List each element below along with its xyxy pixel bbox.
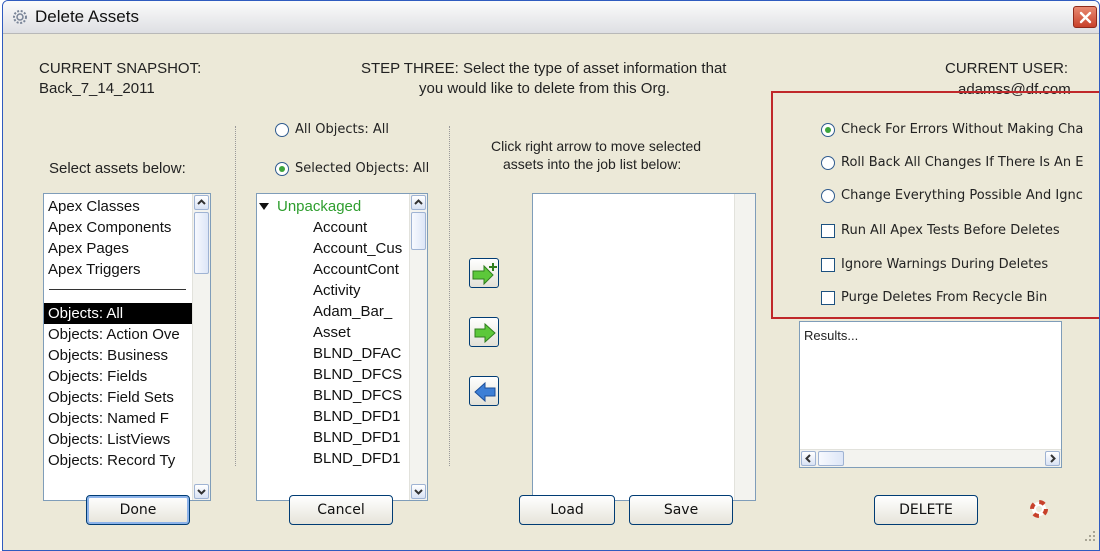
- list-item[interactable]: Objects: ListViews: [44, 429, 210, 450]
- snapshot-label: CURRENT SNAPSHOT:: [39, 60, 202, 77]
- scroll-thumb[interactable]: [194, 212, 209, 274]
- all-objects-radio[interactable]: [275, 123, 289, 137]
- close-button[interactable]: [1073, 6, 1097, 28]
- tree-item[interactable]: BLND_DFD1: [257, 427, 427, 448]
- scroll-left-button[interactable]: [801, 451, 816, 466]
- done-button[interactable]: Done: [86, 495, 190, 525]
- change-everything-radio[interactable]: [821, 189, 835, 203]
- tree-root-unpackaged[interactable]: Unpackaged: [257, 196, 427, 217]
- list-item[interactable]: Objects: Record Ty: [44, 450, 210, 471]
- list-item[interactable]: Objects: Action Ove: [44, 324, 210, 345]
- results-text: Results...: [804, 328, 859, 343]
- gear-icon: [11, 8, 29, 26]
- tree-item[interactable]: Account: [257, 217, 427, 238]
- results-panel[interactable]: Results...: [799, 321, 1062, 468]
- chevron-left-icon: [805, 454, 811, 463]
- tree-item[interactable]: Asset: [257, 322, 427, 343]
- list-item[interactable]: Objects: Field Sets: [44, 387, 210, 408]
- tree-item[interactable]: Account_Cus: [257, 238, 427, 259]
- scroll-right-button[interactable]: [1045, 451, 1060, 466]
- scroll-up-button[interactable]: [411, 195, 426, 210]
- list-item[interactable]: Objects: Named F: [44, 408, 210, 429]
- title-bar[interactable]: Delete Assets: [3, 1, 1099, 34]
- asset-list-scrollbar[interactable]: [192, 194, 210, 500]
- selected-objects-radio[interactable]: [275, 162, 289, 176]
- green-right-arrow-icon: [474, 322, 496, 344]
- list-item[interactable]: Objects: Business: [44, 345, 210, 366]
- list-divider: [49, 289, 186, 290]
- scroll-up-button[interactable]: [194, 195, 209, 210]
- chevron-up-icon: [414, 199, 423, 205]
- column-divider: [235, 126, 236, 466]
- expanded-triangle-icon: [259, 203, 269, 210]
- chevron-right-icon: [1050, 454, 1056, 463]
- list-item[interactable]: Apex Triggers: [44, 259, 210, 280]
- step-instructions-line2: you would like to delete from this Org.: [419, 80, 670, 97]
- tree-item[interactable]: BLND_DFAC: [257, 343, 427, 364]
- list-item-selected[interactable]: Objects: All: [44, 303, 210, 324]
- results-hscrollbar[interactable]: [800, 449, 1061, 467]
- purge-deletes-checkbox[interactable]: [821, 291, 835, 305]
- delete-assets-window: Delete Assets CURRENT SNAPSHOT: Back_7_1…: [2, 0, 1100, 551]
- asset-type-list[interactable]: Apex Classes Apex Components Apex Pages …: [43, 193, 211, 501]
- blue-left-arrow-icon: [474, 381, 496, 403]
- add-selected-button[interactable]: [469, 317, 499, 347]
- check-errors-radio[interactable]: [821, 123, 835, 137]
- scroll-down-button[interactable]: [194, 484, 209, 499]
- save-button[interactable]: Save: [629, 495, 733, 525]
- scroll-down-button[interactable]: [411, 484, 426, 499]
- resize-grip-icon[interactable]: [1084, 529, 1096, 547]
- roll-back-radio[interactable]: [821, 156, 835, 170]
- chevron-down-icon: [414, 489, 423, 495]
- scroll-thumb[interactable]: [411, 212, 426, 250]
- job-instructions-line1: Click right arrow to move selected: [491, 138, 702, 154]
- step-instructions-line1: STEP THREE: Select the type of asset inf…: [361, 60, 727, 77]
- tree-item[interactable]: BLND_DFD1: [257, 406, 427, 427]
- tree-scrollbar[interactable]: [409, 194, 427, 500]
- cancel-button[interactable]: Cancel: [289, 495, 393, 525]
- delete-button[interactable]: DELETE: [874, 495, 978, 525]
- list-item[interactable]: Apex Classes: [44, 196, 210, 217]
- list-item[interactable]: Apex Components: [44, 217, 210, 238]
- load-button[interactable]: Load: [519, 495, 615, 525]
- tree-item[interactable]: BLND_DFCS: [257, 364, 427, 385]
- chevron-down-icon: [197, 489, 206, 495]
- run-tests-checkbox[interactable]: [821, 224, 835, 238]
- list-item[interactable]: Apex Pages: [44, 238, 210, 259]
- tree-item[interactable]: AccountCont: [257, 259, 427, 280]
- dialog-body: CURRENT SNAPSHOT: Back_7_14_2011 STEP TH…: [3, 34, 1099, 550]
- column-divider: [449, 126, 450, 466]
- close-icon: [1079, 11, 1092, 24]
- job-list-scrollbar[interactable]: [734, 194, 755, 500]
- object-tree[interactable]: Unpackaged Account Account_Cus AccountCo…: [256, 193, 428, 501]
- help-lifebuoy-icon[interactable]: [1030, 500, 1048, 523]
- job-list[interactable]: [532, 193, 756, 501]
- chevron-up-icon: [197, 199, 206, 205]
- user-label: CURRENT USER:: [945, 60, 1069, 77]
- remove-selected-button[interactable]: [469, 376, 499, 406]
- ignore-warnings-checkbox[interactable]: [821, 258, 835, 272]
- job-instructions-line2: assets into the job list below:: [503, 156, 682, 172]
- window-title: Delete Assets: [35, 7, 139, 26]
- assets-prompt: Select assets below:: [49, 160, 186, 177]
- tree-item[interactable]: BLND_DFCS: [257, 385, 427, 406]
- list-item[interactable]: Objects: Fields: [44, 366, 210, 387]
- snapshot-value: Back_7_14_2011: [39, 80, 155, 97]
- tree-item[interactable]: BLND_DFD1: [257, 448, 427, 469]
- green-arrow-plus-icon: [472, 263, 497, 285]
- tree-item[interactable]: Adam_Bar_: [257, 301, 427, 322]
- tree-item[interactable]: Activity: [257, 280, 427, 301]
- add-all-button[interactable]: [469, 258, 499, 288]
- scroll-thumb[interactable]: [818, 451, 844, 466]
